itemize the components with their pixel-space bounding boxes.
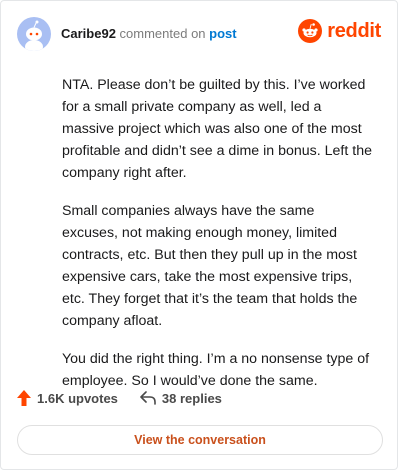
comment-card: Caribe92 commented on post reddit NTA. P…: [0, 0, 398, 470]
replies-count: 38 replies: [161, 390, 222, 406]
comment-paragraph: NTA. Please don’t be guilted by this. I’…: [62, 77, 372, 181]
replies-button[interactable]: 38 replies: [140, 391, 222, 406]
snoo-avatar-icon: [25, 20, 43, 51]
reply-arrow-icon: [140, 391, 156, 405]
reddit-wordmark: reddit: [327, 19, 381, 42]
commented-on-text: commented on: [119, 26, 206, 41]
comment-paragraph: Small companies always have the same exc…: [62, 203, 358, 329]
user-avatar[interactable]: [17, 17, 51, 51]
reddit-brand[interactable]: reddit: [298, 19, 381, 43]
upvote-arrow-icon: [17, 390, 31, 406]
comment-actions: 1.6K upvotes 38 replies: [17, 387, 244, 409]
view-conversation-button[interactable]: View the conversation: [17, 425, 383, 455]
comment-body: NTA. Please don’t be guilted by this. I’…: [62, 74, 374, 408]
comment-meta: Caribe92 commented on post: [61, 26, 237, 42]
comment-header: Caribe92 commented on post reddit: [17, 17, 381, 51]
reddit-logo-icon: [298, 19, 323, 43]
post-link[interactable]: post: [209, 26, 236, 41]
upvote-count: 1.6K upvotes: [37, 390, 118, 406]
comment-paragraph: You did the right thing. I’m a no nonsen…: [62, 351, 370, 389]
username-link[interactable]: Caribe92: [61, 26, 116, 41]
upvote-button[interactable]: 1.6K upvotes: [17, 390, 118, 406]
